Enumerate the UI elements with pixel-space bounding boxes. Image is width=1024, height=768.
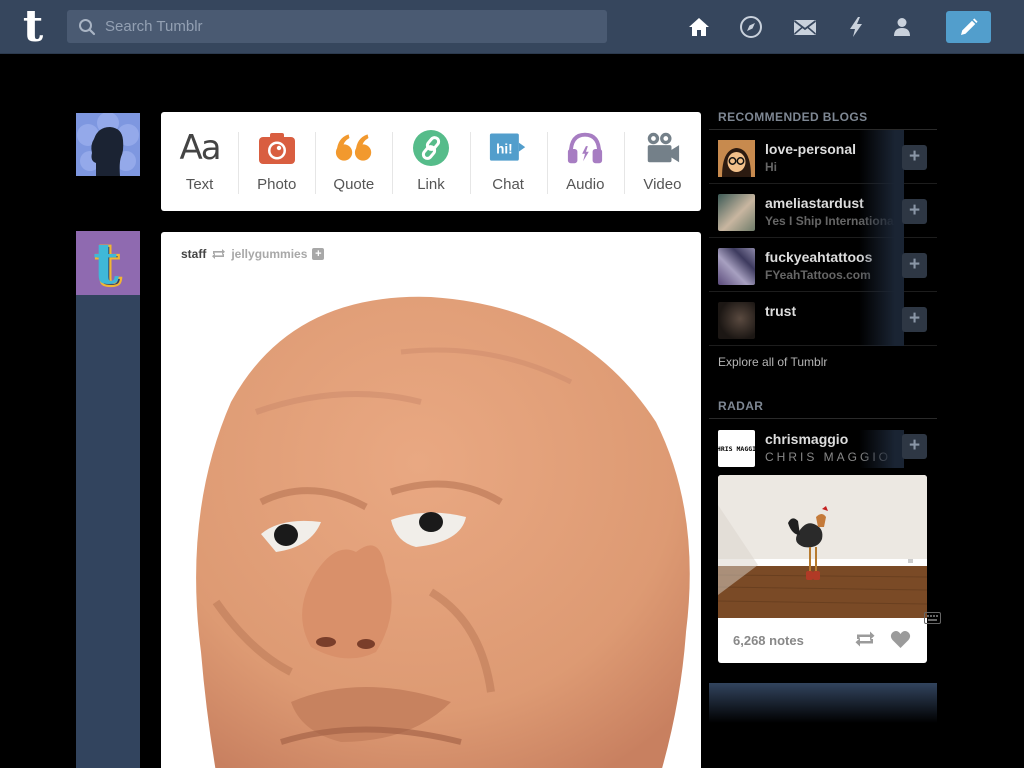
explore-all-link[interactable]: Explore all of Tumblr	[718, 355, 827, 369]
user-avatar[interactable]	[76, 113, 140, 176]
post-type-label: Link	[417, 176, 445, 193]
fade-overlay	[859, 184, 904, 238]
radar-blog-avatar[interactable]: CHRIS MAGGIO	[713, 430, 760, 467]
post-type-label: Video	[643, 176, 682, 193]
radar-notes-count[interactable]: 6,268 notes	[733, 633, 804, 648]
divider	[709, 418, 937, 419]
post-type-chat-button[interactable]: hi! Chat	[469, 112, 547, 211]
follow-button[interactable]: +	[902, 253, 927, 278]
blog-avatar[interactable]	[718, 140, 755, 177]
search-icon	[79, 19, 96, 36]
radar-avatar-text: CHRIS MAGGIO	[718, 445, 755, 453]
blog-avatar[interactable]	[718, 302, 755, 339]
post-type-label: Text	[185, 176, 214, 193]
search-box[interactable]	[67, 10, 607, 43]
post-type-label: Photo	[257, 176, 297, 193]
radar-heading: RADAR	[718, 399, 764, 413]
blog-name[interactable]: ameliastardust	[765, 195, 864, 211]
blog-avatar[interactable]	[718, 194, 755, 231]
home-icon[interactable]	[686, 14, 712, 40]
svg-text:t: t	[93, 231, 119, 295]
keyboard-shortcuts-icon[interactable]	[924, 612, 941, 624]
tumblr-logo[interactable]: t	[16, 1, 50, 52]
search-input[interactable]	[105, 10, 595, 43]
compose-post-button[interactable]	[946, 11, 991, 43]
blog-avatar[interactable]	[718, 248, 755, 285]
post-type-composer: Aa Text Photo Quote Link hi! Chat Audio	[161, 112, 701, 211]
staff-avatar[interactable]: t t	[76, 230, 140, 300]
post-type-text-button[interactable]: Aa Text	[161, 112, 238, 211]
recommended-blog-row[interactable]: ameliastardust Yes I Ship International …	[709, 184, 937, 238]
post-type-quote-button[interactable]: Quote	[315, 112, 392, 211]
radar-blog-name[interactable]: chrismaggio	[765, 431, 848, 447]
fade-overlay	[859, 238, 904, 292]
radar-blog-row[interactable]: CHRIS MAGGIO chrismaggio CHRIS MAGGIO +	[709, 426, 937, 470]
explore-compass-icon[interactable]	[738, 14, 764, 40]
staff-avatar-rail	[76, 231, 140, 768]
blog-name[interactable]: love-personal	[765, 141, 856, 157]
camera-icon	[258, 129, 296, 167]
post-type-video-button[interactable]: Video	[623, 112, 701, 211]
fade-overlay	[859, 430, 904, 468]
recommended-blog-row[interactable]: fuckyeahtattoos FYeahTattoos.com +	[709, 238, 937, 292]
fade-overlay	[859, 292, 904, 346]
post-header: staff jellygummies +	[181, 247, 325, 261]
video-camera-icon	[643, 129, 681, 167]
follow-plus-icon[interactable]: +	[312, 248, 325, 260]
post-type-photo-button[interactable]: Photo	[238, 112, 315, 211]
quote-icon	[335, 129, 373, 167]
post-photo[interactable]	[161, 272, 701, 768]
post-type-label: Quote	[333, 176, 375, 193]
top-navigation-bar: t	[0, 0, 1024, 54]
follow-button[interactable]: +	[902, 307, 927, 332]
recommended-blog-row[interactable]: love-personal Hi +	[709, 130, 937, 184]
post-author-link[interactable]: staff	[181, 247, 206, 261]
reblogged-from-link[interactable]: jellygummies	[231, 247, 307, 261]
reblog-icon[interactable]	[854, 630, 876, 648]
fade-overlay	[859, 130, 904, 184]
post-type-audio-button[interactable]: Audio	[546, 112, 624, 211]
blog-name[interactable]: fuckyeahtattoos	[765, 249, 872, 265]
chat-icon-text: hi!	[496, 141, 513, 156]
post-type-label: Chat	[492, 176, 524, 193]
follow-button[interactable]: +	[902, 145, 927, 170]
sidebar-bottom-panel	[709, 683, 937, 723]
reblog-icon	[212, 249, 226, 259]
radar-post-card[interactable]: 6,268 notes	[718, 475, 927, 663]
pencil-icon	[961, 18, 978, 35]
post-type-label: Audio	[566, 176, 605, 193]
link-icon	[412, 129, 450, 167]
follow-button[interactable]: +	[902, 199, 927, 224]
blog-name[interactable]: trust	[765, 303, 796, 319]
inbox-mail-icon[interactable]	[792, 14, 818, 40]
logo-letter: t	[22, 1, 44, 52]
recommended-blog-row[interactable]: trust +	[709, 292, 937, 346]
heart-icon[interactable]	[890, 630, 911, 649]
text-aa-icon: Aa	[179, 128, 222, 168]
headphones-icon	[566, 129, 604, 167]
account-person-icon[interactable]	[889, 14, 915, 40]
radar-post-photo[interactable]	[718, 475, 927, 618]
radar-follow-button[interactable]: +	[902, 434, 927, 459]
recommended-blogs-heading: RECOMMENDED BLOGS	[718, 110, 868, 124]
activity-lightning-icon[interactable]	[843, 14, 869, 40]
chat-hi-icon: hi!	[489, 129, 527, 167]
post-type-link-button[interactable]: Link	[392, 112, 469, 211]
dashboard-post: staff jellygummies +	[161, 232, 701, 768]
